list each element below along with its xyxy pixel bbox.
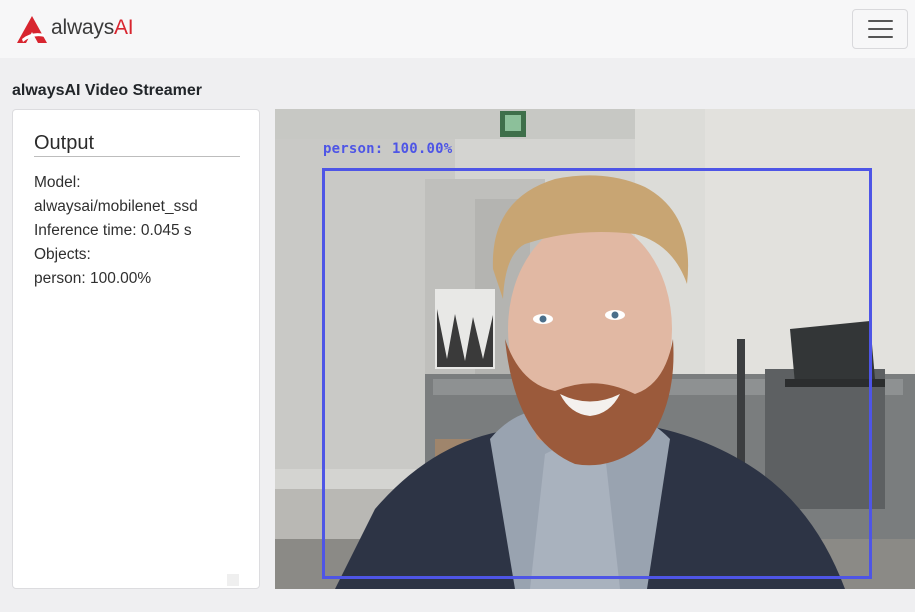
- detection-label: person: 100.00%: [323, 141, 453, 157]
- hamburger-menu-button[interactable]: [852, 9, 908, 49]
- hamburger-menu-icon: [867, 20, 893, 22]
- video-stream: person: 100.00%: [275, 109, 915, 589]
- output-line-model-label: Model:: [34, 174, 81, 191]
- brand-word-always: always: [51, 16, 114, 39]
- hamburger-menu-icon-bar: [867, 28, 893, 30]
- output-heading: Output: [34, 132, 240, 157]
- output-line-object-entry: person: 100.00%: [34, 270, 152, 287]
- brand-wordmark: alwaysAI: [51, 16, 134, 40]
- output-line-objects-label: Objects:: [34, 246, 91, 263]
- page-title: alwaysAI Video Streamer: [12, 82, 203, 99]
- resize-handle[interactable]: [227, 574, 239, 586]
- output-line-inference-time: Inference time: 0.045 s: [34, 222, 192, 239]
- output-line-model-name: alwaysai/mobilenet_ssd: [34, 198, 198, 215]
- brand-word-ai: AI: [114, 16, 134, 39]
- brand-logo[interactable]: alwaysAI: [14, 12, 134, 46]
- hamburger-menu-icon-bar: [867, 36, 893, 38]
- top-navbar: alwaysAI: [0, 0, 915, 58]
- output-panel: Output Model: alwaysai/mobilenet_ssd Inf…: [12, 109, 260, 589]
- output-text: Model: alwaysai/mobilenet_ssd Inference …: [34, 171, 249, 291]
- detection-bounding-box: [322, 168, 872, 579]
- alwaysai-logo-icon: [17, 16, 47, 43]
